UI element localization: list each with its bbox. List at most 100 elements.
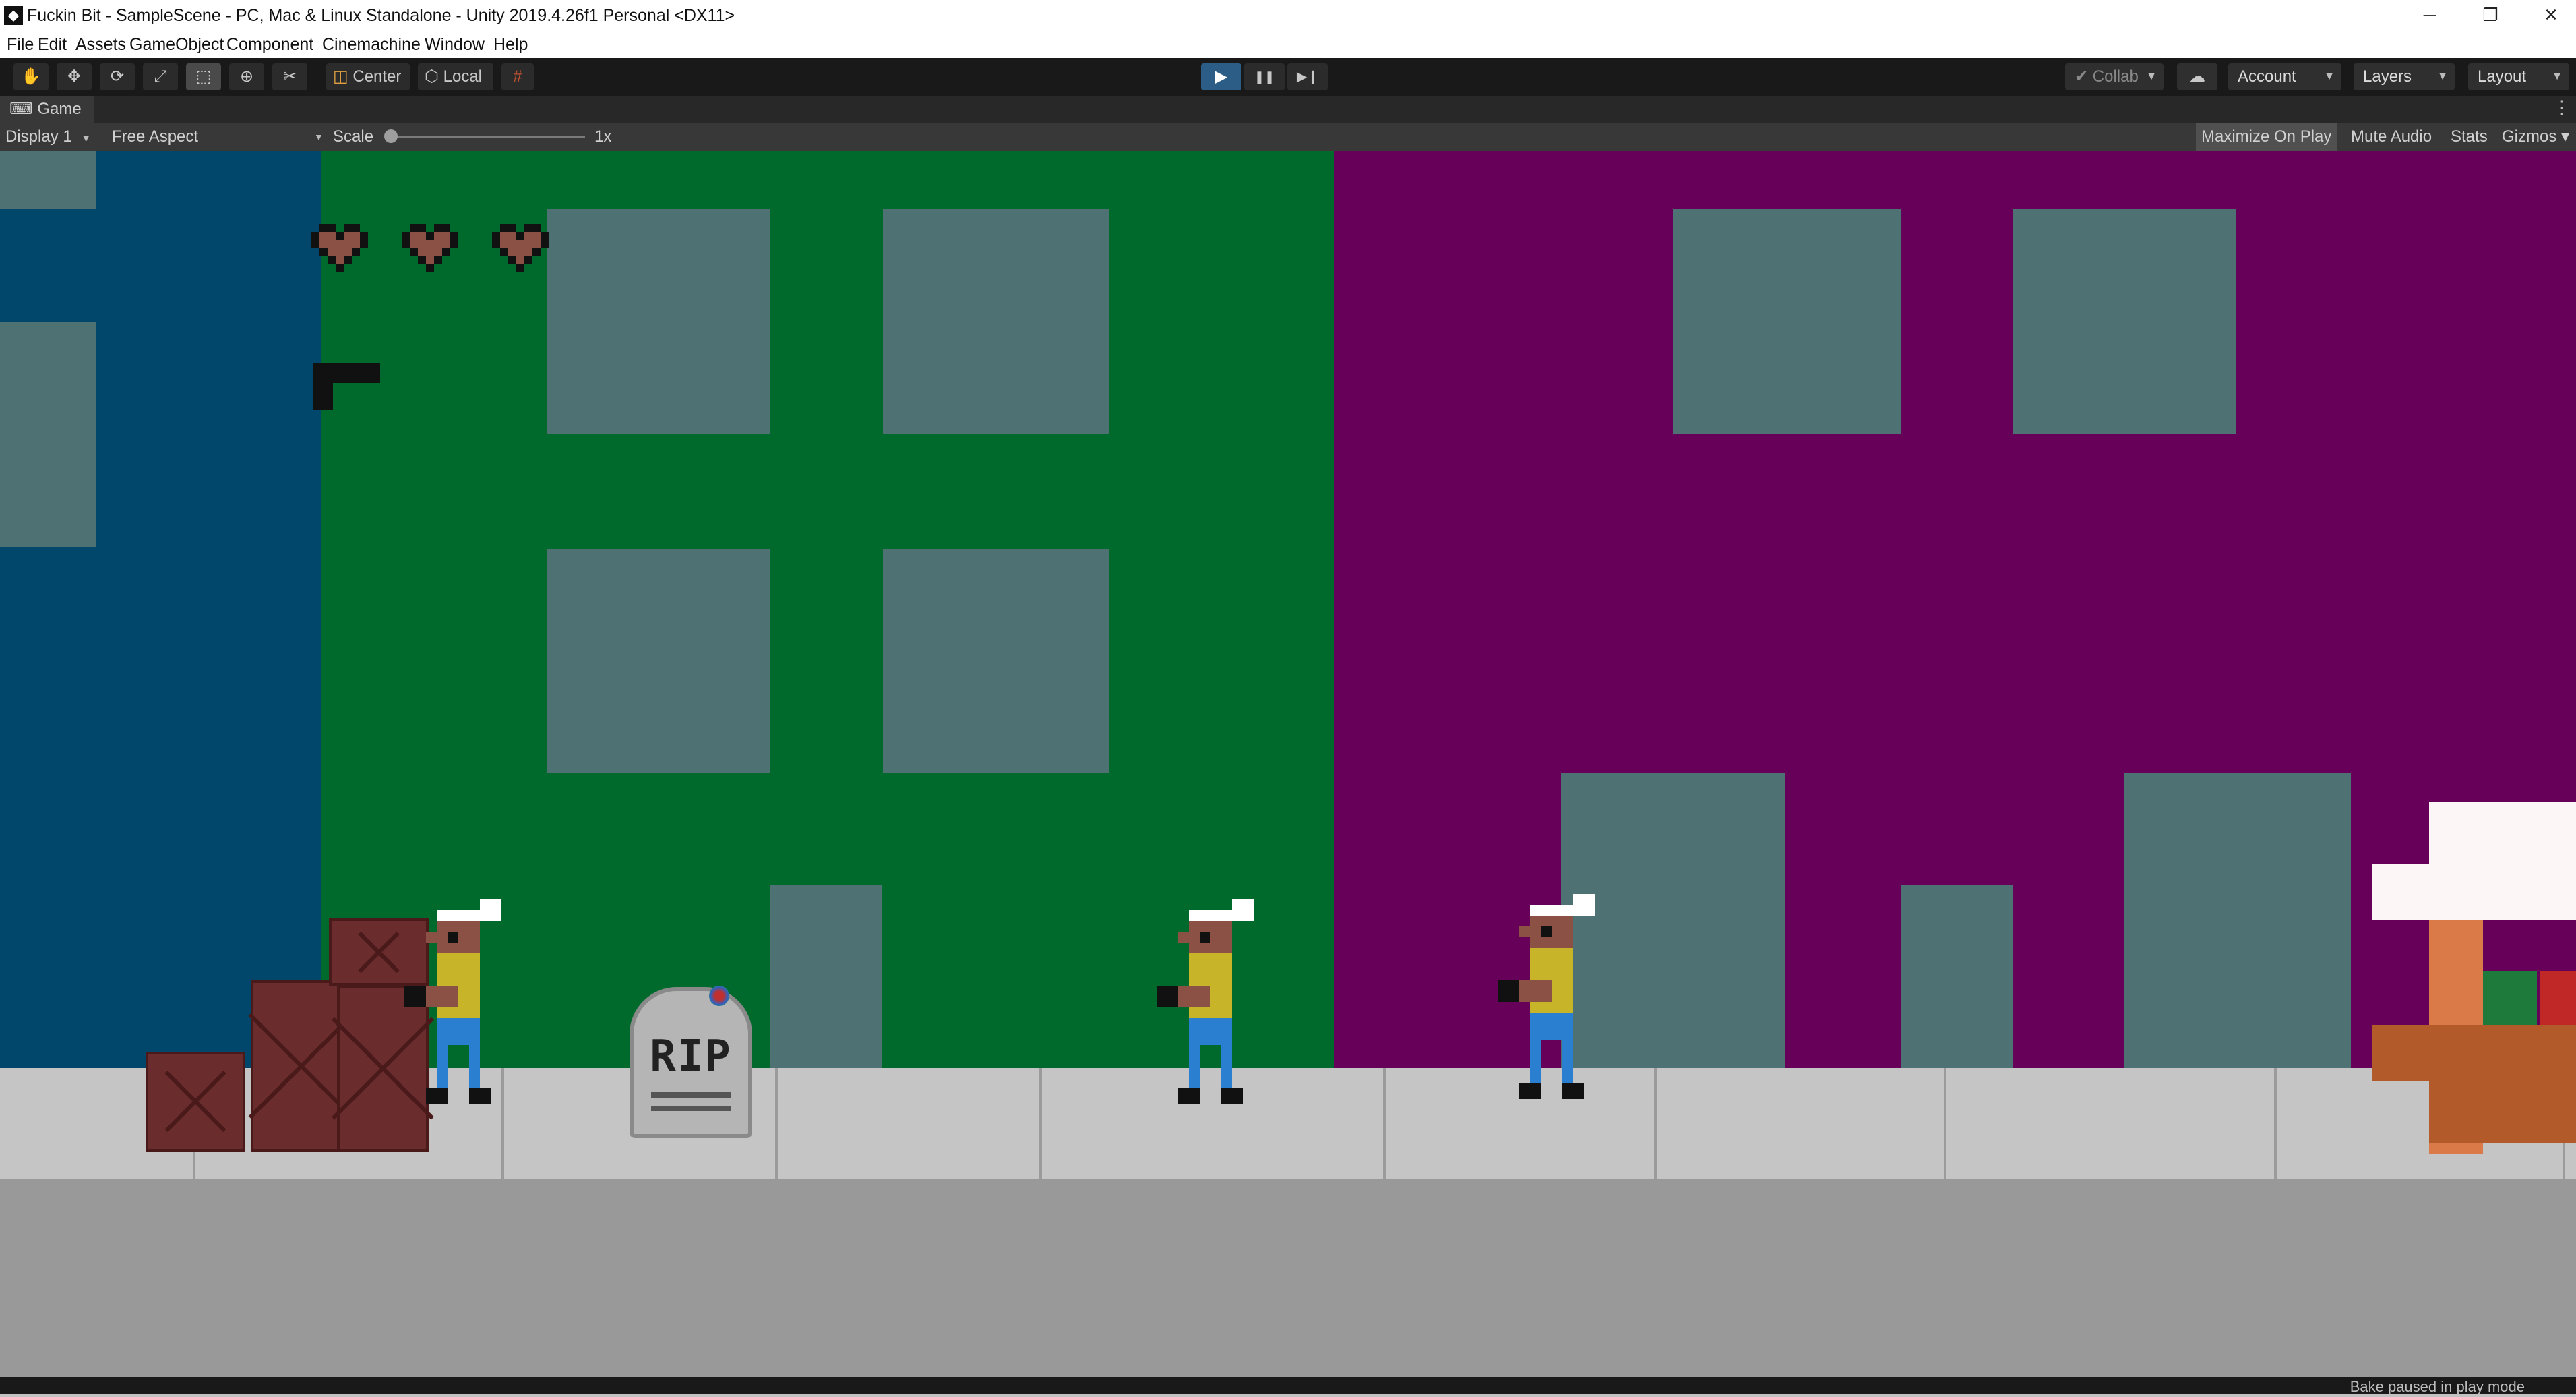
hand-tool-icon[interactable]: ✋	[13, 63, 49, 90]
stall-fruit	[2540, 971, 2576, 1025]
account-label: Account	[2238, 67, 2296, 86]
menu-gameobject[interactable]: GameObject	[129, 34, 224, 55]
pivot-label: Center	[352, 67, 402, 86]
game-viewport[interactable]: RIP	[0, 151, 2576, 1377]
menu-window[interactable]: Window	[425, 34, 485, 55]
display-select[interactable]: Display 1 ▼	[5, 125, 91, 150]
tombstone-line	[651, 1092, 731, 1098]
layout-dropdown[interactable]: Layout ▼	[2468, 63, 2569, 90]
stall-awning	[2372, 864, 2576, 920]
stats-toggle[interactable]: Stats	[2445, 123, 2493, 151]
scale-value: 1x	[594, 127, 612, 146]
collab-dropdown[interactable]: ✔ Collab ▼	[2065, 63, 2164, 90]
close-button[interactable]: ✕	[2521, 0, 2576, 31]
door	[1901, 885, 2013, 1068]
rect-tool-icon[interactable]: ⬚	[186, 63, 221, 90]
mute-audio-toggle[interactable]: Mute Audio	[2345, 123, 2437, 151]
window	[0, 322, 96, 547]
rotate-tool-icon[interactable]: ⟳	[100, 63, 135, 90]
heart-icon	[311, 224, 368, 272]
crate	[146, 1052, 245, 1152]
pivot-space-toggle[interactable]: ⬡ Local	[418, 63, 493, 90]
flower-icon	[709, 986, 729, 1006]
layers-dropdown[interactable]: Layers ▼	[2354, 63, 2455, 90]
door	[2124, 773, 2351, 1068]
transform-tool-icon[interactable]: ⊕	[229, 63, 264, 90]
tab-game-label: Game	[37, 100, 82, 118]
account-dropdown[interactable]: Account ▼	[2228, 63, 2341, 90]
scale-slider-handle[interactable]	[384, 129, 398, 143]
aspect-label: Free Aspect	[112, 127, 199, 146]
menu-assets[interactable]: Assets	[75, 34, 126, 55]
window	[2013, 209, 2236, 434]
window	[547, 549, 770, 773]
window	[1673, 209, 1901, 434]
chevron-down-icon: ▼	[81, 133, 91, 144]
game-view-tabbar: ⌨ Game ⋮	[0, 96, 2576, 123]
enemy-gunman	[1157, 899, 1254, 1104]
maximize-button[interactable]: ❐	[2460, 0, 2521, 31]
stall-awning	[2429, 802, 2576, 864]
enemy-gunman	[404, 899, 501, 1104]
move-tool-icon[interactable]: ✥	[57, 63, 92, 90]
market-stall	[2372, 802, 2576, 1289]
window	[883, 549, 1109, 773]
menu-component[interactable]: Component	[226, 34, 313, 55]
scale-label: Scale	[333, 127, 374, 146]
window	[0, 151, 96, 209]
door	[770, 885, 882, 1068]
window	[547, 209, 770, 434]
status-text: Bake paused in play mode	[2350, 1378, 2525, 1395]
check-icon: ✔	[2075, 67, 2089, 86]
display-label: Display 1	[5, 127, 72, 146]
aspect-select[interactable]: Free Aspect ▼	[112, 125, 324, 149]
main-toolbar: ✋ ✥ ⟳ ⤢ ⬚ ⊕ ✂ ◫ Center ⬡ Local # ▶ ❚❚ ▶❙…	[0, 58, 2576, 96]
menu-file[interactable]: File	[7, 34, 34, 55]
play-button[interactable]: ▶	[1201, 63, 1241, 90]
menu-cinemachine[interactable]: Cinemachine	[322, 34, 421, 55]
pause-button[interactable]: ❚❚	[1244, 63, 1285, 90]
more-options-icon[interactable]: ⋮	[2553, 97, 2571, 118]
pistol-icon	[313, 363, 380, 410]
gizmos-toggle[interactable]: Gizmos	[2496, 123, 2562, 151]
grid-snap-icon[interactable]: #	[501, 63, 534, 90]
window-titlebar: ◆ Fuckin Bit - SampleScene - PC, Mac & L…	[0, 0, 2576, 31]
pivot-center-toggle[interactable]: ◫ Center	[326, 63, 410, 90]
local-space-icon: ⬡	[425, 67, 439, 86]
gamepad-icon: ⌨	[9, 100, 33, 118]
window	[883, 209, 1109, 434]
step-button[interactable]: ▶❙	[1287, 63, 1328, 90]
menu-bar: File Edit Assets GameObject Component Ci…	[0, 31, 2576, 58]
menu-edit[interactable]: Edit	[38, 34, 67, 55]
maximize-on-play-toggle[interactable]: Maximize On Play	[2196, 123, 2337, 151]
tombstone: RIP	[630, 986, 752, 1138]
heart-icon	[492, 224, 549, 272]
custom-tool-icon[interactable]: ✂	[272, 63, 307, 90]
unity-icon: ◆	[4, 6, 23, 25]
tombstone-line	[651, 1106, 731, 1111]
cloud-icon[interactable]: ☁	[2177, 63, 2217, 90]
chevron-down-icon: ▼	[314, 131, 324, 142]
stall-counter	[2429, 1081, 2576, 1143]
layers-label: Layers	[2363, 67, 2412, 86]
scale-slider[interactable]	[390, 136, 585, 138]
menu-help[interactable]: Help	[493, 34, 528, 55]
chevron-down-icon: ▼	[2437, 71, 2448, 82]
scale-tool-icon[interactable]: ⤢	[143, 63, 178, 90]
status-bar: Bake paused in play mode	[0, 1377, 2576, 1395]
chevron-down-icon: ▼	[2552, 71, 2563, 82]
space-label: Local	[443, 67, 482, 86]
heart-icon	[402, 224, 458, 272]
window-title: Fuckin Bit - SampleScene - PC, Mac & Lin…	[27, 6, 735, 25]
gizmos-dropdown-icon[interactable]: ▾	[2561, 123, 2569, 151]
chevron-down-icon: ▼	[2324, 71, 2335, 82]
tab-game[interactable]: ⌨ Game	[0, 96, 94, 123]
stall-fruit	[2483, 971, 2537, 1025]
blue-building	[0, 151, 321, 1068]
minimize-button[interactable]: ─	[2399, 0, 2460, 31]
pivot-icon: ◫	[333, 67, 348, 86]
chevron-down-icon: ▼	[2146, 71, 2157, 82]
layout-label: Layout	[2478, 67, 2527, 86]
stall-counter	[2372, 1025, 2576, 1081]
enemy-gunman	[1498, 894, 1595, 1099]
